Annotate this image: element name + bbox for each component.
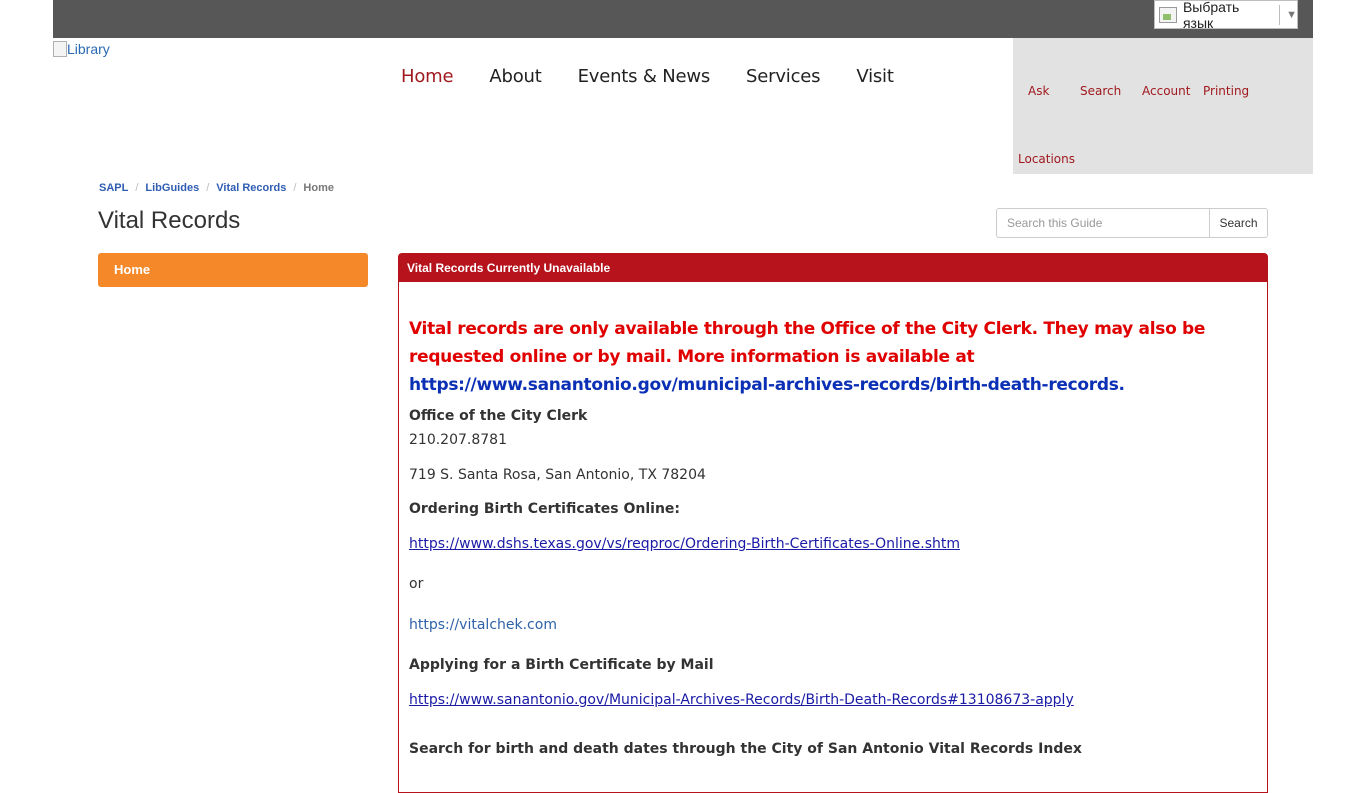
ordering-title: Ordering Birth Certificates Online: [409,501,681,517]
mail-title: Applying for a Birth Certificate by Mail [409,657,714,673]
library-logo[interactable]: Library [53,39,110,59]
language-select-label: Выбрать язык [1182,0,1240,31]
dshs-ordering-link[interactable]: https://www.dshs.texas.gov/vs/reqproc/Or… [409,536,960,552]
office-title: Office of the City Clerk [409,408,588,424]
nav-visit[interactable]: Visit [856,66,894,87]
nav-services[interactable]: Services [746,66,821,87]
guide-search: Search [996,208,1268,238]
content-panel: Vital Records Currently Unavailable Vita… [398,253,1268,793]
unavailable-alert-text: Vital records are only available through… [409,319,1206,367]
office-address: 719 S. Santa Rosa, San Antonio, TX 78204 [409,467,706,483]
utility-account[interactable]: Account [1142,84,1190,98]
breadcrumb: SAPL / LibGuides / Vital Records / Home [99,182,334,194]
guide-search-button[interactable]: Search [1209,208,1268,238]
utility-locations[interactable]: Locations [1018,152,1075,166]
top-bar [53,0,1313,38]
side-nav-home[interactable]: Home [98,253,368,287]
breadcrumb-libguides[interactable]: LibGuides [145,182,199,194]
mail-apply-link[interactable]: https://www.sanantonio.gov/Municipal-Arc… [409,692,1074,708]
library-logo-alt: Library [67,41,110,57]
or-text: or [409,576,424,592]
page-title: Vital Records [98,207,241,234]
guide-search-input[interactable] [996,208,1209,238]
nav-about[interactable]: About [489,66,541,87]
utility-nav: Ask Search Account Printing Locations [1013,38,1313,174]
broken-image-icon [53,41,67,57]
vitalchek-link[interactable]: https://vitalchek.com [409,617,557,633]
main-nav: Home About Events & News Services Visit [401,66,930,87]
panel-heading: Vital Records Currently Unavailable [399,254,1267,282]
translate-icon [1159,6,1177,23]
breadcrumb-separator: / [293,182,297,194]
language-select[interactable]: Выбрать язык ▼ [1154,0,1298,31]
index-title: Search for birth and death dates through… [409,741,1082,757]
breadcrumb-separator: / [135,182,139,194]
breadcrumb-current: Home [303,182,334,194]
utility-printing[interactable]: Printing [1203,84,1249,98]
utility-search[interactable]: Search [1080,84,1121,98]
city-records-link[interactable]: https://www.sanantonio.gov/municipal-arc… [409,375,1125,395]
breadcrumb-separator: / [206,182,210,194]
language-select-divider [1279,4,1281,25]
nav-home[interactable]: Home [401,66,454,87]
utility-ask[interactable]: Ask [1028,84,1049,98]
breadcrumb-sapl[interactable]: SAPL [99,182,128,194]
nav-events-news[interactable]: Events & News [578,66,711,87]
breadcrumb-vital-records[interactable]: Vital Records [216,182,286,194]
office-phone: 210.207.8781 [409,432,507,448]
chevron-down-icon: ▼ [1286,8,1298,21]
unavailable-alert: Vital records are only available through… [409,315,1264,399]
